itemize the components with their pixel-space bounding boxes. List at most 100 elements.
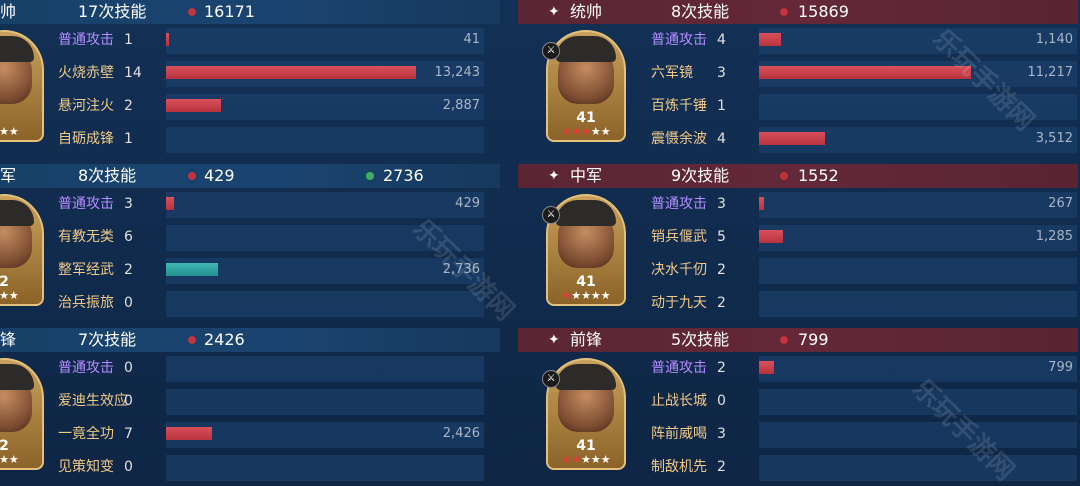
general-portrait[interactable]: 2★★★ [0,358,44,470]
skill-row[interactable]: 决水千仞 2 [651,254,1080,286]
general-level: 41 [576,110,596,126]
skill-cast-count: 17次技能 [78,2,147,21]
gold-stars: ★★★★ [571,289,611,302]
general-level: 2 [0,438,9,454]
skill-use-count: 6 [124,229,133,245]
skill-name: 普通攻击 [58,360,114,376]
left-general-panel-2[interactable]: 锋7次技能24262★★★普通攻击0爱迪生效应0一竟全功72,426见策知变0 [0,328,500,486]
skill-row[interactable]: 火烧赤壁 14 13,243 [58,57,558,89]
damage-bar-track [166,455,484,481]
skill-row[interactable]: 普通攻击 2 799 [651,352,1080,384]
skill-row[interactable]: 悬河注火 2 2,887 [58,90,558,122]
damage-bar-track [166,356,484,382]
general-header: 锋 7次技能 2426 [0,328,500,352]
red-stars: ★★ [561,453,582,466]
skill-name: 悬河注火 [58,98,114,114]
star-rating: ★★★ [0,125,42,138]
skill-row[interactable]: 普通攻击 3 267 [651,188,1080,220]
skill-cast-count: 5次技能 [671,330,730,349]
total-damage: 429 [204,166,235,185]
skill-row[interactable]: 销兵偃武 5 1,285 [651,221,1080,253]
skill-row[interactable]: 普通攻击 0 [58,352,558,384]
skill-damage-value: 1,285 [1035,229,1073,244]
skill-name: 六军镜 [651,65,693,81]
skill-use-count: 0 [124,393,133,409]
skill-cast-count: 9次技能 [671,166,730,185]
skill-use-count: 1 [717,98,726,114]
helmet-graphic [556,36,616,62]
helmet-graphic [556,364,616,390]
skill-row[interactable]: 阵前威喝 3 [651,418,1080,450]
helmet-graphic [0,200,34,226]
skill-row[interactable]: 有教无类 6 [58,221,558,253]
gold-stars: ★★★ [0,125,19,138]
skill-row[interactable]: 自砺成锋 1 [58,123,558,155]
skill-damage-value: 2,887 [442,98,480,113]
skill-use-count: 0 [717,393,726,409]
skill-row[interactable]: 普通攻击 3 429 [58,188,558,220]
helmet-graphic [0,364,34,390]
skill-name: 制敌机先 [651,459,707,475]
role-star-icon: ✦ [548,332,560,348]
skill-use-count: 3 [124,196,133,212]
damage-dot-icon [780,8,788,16]
skill-row[interactable]: 动于九天 2 [651,287,1080,319]
skill-use-count: 1 [124,131,133,147]
total-damage: 2426 [204,330,245,349]
gold-stars: ★★ [590,125,611,138]
damage-bar-fill [166,427,212,440]
total-damage: 15869 [798,2,849,21]
skill-name: 普通攻击 [651,196,707,212]
skill-damage-value: 3,512 [1035,131,1073,146]
total-damage: 1552 [798,166,839,185]
general-level: 41 [576,274,596,290]
skill-name: 百炼千锤 [651,98,707,114]
skill-name: 有教无类 [58,229,114,245]
damage-bar-fill [759,197,764,210]
skill-cast-count: 8次技能 [671,2,730,21]
skill-row[interactable]: 止战长城 0 [651,385,1080,417]
skill-use-count: 3 [717,65,726,81]
skill-row[interactable]: 普通攻击 4 1,140 [651,24,1080,56]
damage-bar-fill [759,132,825,145]
skill-use-count: 2 [717,262,726,278]
general-header: 帅 17次技能 16171 [0,0,500,24]
skill-use-count: 0 [124,295,133,311]
total-damage: 16171 [204,2,255,21]
general-body: 41 ★★★★★ ⚔ 普通攻击 3 267 销兵偃武 5 1,285 决水千仞 2 动于九天 2 [518,188,1078,328]
skill-row[interactable]: 爱迪生效应 0 [58,385,558,417]
general-level: 2 [0,274,9,290]
weapon-type-icon: ⚔ [542,42,560,60]
gold-stars: ★★★ [0,289,19,302]
damage-bar-track [166,291,484,317]
skill-name: 震慑余波 [651,131,707,147]
damage-bar-fill [759,230,783,243]
damage-bar-fill [166,66,416,79]
skill-use-count: 3 [717,196,726,212]
damage-bar-fill [166,197,174,210]
skill-use-count: 4 [717,131,726,147]
left-general-panel-0[interactable]: 帅 17次技能 16171 ★★★ 普通攻击 1 41 火烧赤壁 14 13,243 悬河注火 2 2,… [0,0,500,164]
skill-row[interactable]: 一竟全功 7 2,426 [58,418,558,450]
skill-damage-value: 799 [1048,360,1073,375]
skill-use-count: 2 [717,459,726,475]
damage-bar-fill [166,263,218,276]
general-role: 统帅 [570,2,603,21]
skill-use-count: 3 [717,426,726,442]
skill-row[interactable]: 见策知变 0 [58,451,558,483]
skill-use-count: 2 [717,295,726,311]
helmet-graphic [556,200,616,226]
weapon-type-icon: ⚔ [542,206,560,224]
skill-damage-value: 267 [1048,196,1073,211]
general-body: 2★★★普通攻击0爱迪生效应0一竟全功72,426见策知变0 [0,352,500,486]
skill-use-count: 2 [124,98,133,114]
skill-damage-value: 2,426 [442,426,480,441]
general-portrait[interactable]: 2★★★ [0,194,44,306]
damage-bar-fill [759,66,971,79]
right-general-panel-1[interactable]: ✦ 中军 9次技能 1552 41 ★★★★★ ⚔ 普通攻击 3 267 销兵偃武 5 1,285 决水千… [518,164,1078,328]
skill-name: 阵前威喝 [651,426,707,442]
skill-name: 动于九天 [651,295,707,311]
skill-row[interactable]: 普通攻击 1 41 [58,24,558,56]
general-portrait[interactable]: ★★★ [0,30,44,142]
damage-dot-icon [188,336,196,344]
